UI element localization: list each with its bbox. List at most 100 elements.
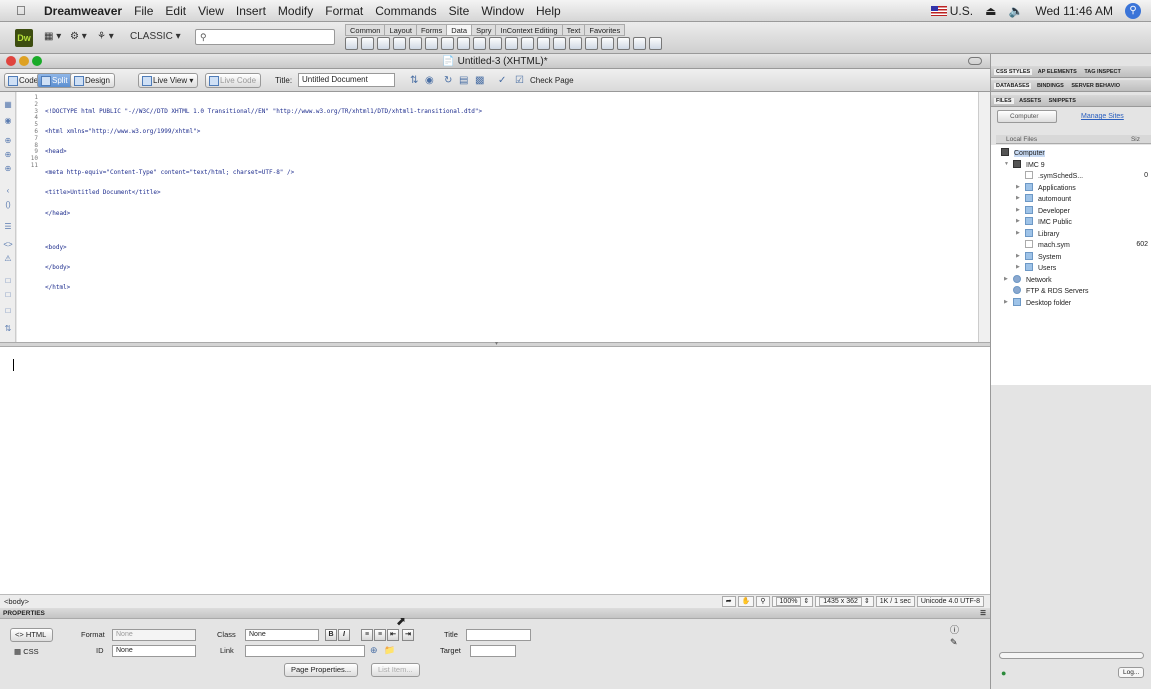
expand-toggle-icon[interactable]: ▶	[1016, 263, 1020, 272]
insert-record-icon[interactable]	[585, 37, 598, 50]
delete-record-icon[interactable]	[617, 37, 630, 50]
check-page-button[interactable]: Check Page	[530, 76, 574, 85]
view-options-icon[interactable]: ▩	[475, 75, 487, 87]
code-editor[interactable]: <!DOCTYPE html PUBLIC "-//W3C//DTD XHTML…	[41, 92, 978, 342]
live-code-button[interactable]: Live Code	[205, 73, 262, 88]
code-scrollbar[interactable]	[978, 92, 990, 342]
file-tree-scrollbar[interactable]	[999, 652, 1144, 659]
outdent-button[interactable]: ⇤	[387, 629, 399, 641]
list-item-button[interactable]: List Item...	[371, 663, 420, 677]
spry-repeat-icon[interactable]	[409, 37, 422, 50]
close-window-button[interactable]	[6, 56, 16, 66]
css-mode-button[interactable]: ▦ CSS	[10, 646, 45, 660]
menu-help[interactable]: Help	[536, 4, 561, 18]
spotlight-icon[interactable]: ⚲	[1125, 2, 1141, 19]
manage-sites-link[interactable]: Manage Sites	[1081, 113, 1124, 120]
tab-assets[interactable]: ASSETS	[1017, 98, 1043, 104]
open-documents-icon[interactable]: ▦	[3, 100, 13, 110]
file-tree-item[interactable]: ▶ IMC Public	[1016, 217, 1072, 226]
bold-button[interactable]: B	[325, 629, 337, 641]
select-tool-icon[interactable]: ➦	[721, 596, 736, 607]
tab-snippets[interactable]: SNIPPETS	[1047, 98, 1078, 104]
indent-button[interactable]: ⇥	[402, 629, 414, 641]
menu-view[interactable]: View	[198, 4, 224, 18]
xslt-transformation-icon[interactable]	[649, 37, 662, 50]
stored-procedure-icon[interactable]	[457, 37, 470, 50]
design-view-button[interactable]: Design	[70, 73, 115, 88]
syntax-error-alerts-icon[interactable]: ⚠	[3, 254, 13, 264]
workspace-switcher[interactable]: CLASSIC ▾	[130, 31, 181, 42]
browse-folder-icon[interactable]: 📁	[384, 645, 395, 656]
spry-repeat-list-icon[interactable]	[425, 37, 438, 50]
file-tree-item[interactable]: ▶ Developer	[1016, 205, 1070, 215]
import-tabular-data-icon[interactable]	[345, 37, 358, 50]
layout-menu-button[interactable]: ▦ ▾	[44, 31, 61, 42]
tab-text[interactable]: Text	[561, 24, 586, 36]
tab-server-behaviors[interactable]: SERVER BEHAVIO	[1069, 83, 1122, 89]
size-column[interactable]: Siz	[1131, 135, 1140, 144]
app-menu[interactable]: Dreamweaver	[44, 4, 122, 18]
file-management-icon[interactable]: ⇅	[410, 75, 422, 87]
quick-tag-editor-icon[interactable]: ✎	[950, 637, 958, 648]
page-properties-button[interactable]: Page Properties...	[284, 663, 359, 677]
menu-window[interactable]: Window	[481, 4, 524, 18]
expand-toggle-icon[interactable]: ▶	[1016, 229, 1020, 238]
spry-dataset-icon[interactable]	[377, 37, 390, 50]
id-select[interactable]: None	[112, 645, 196, 657]
show-region-icon[interactable]	[505, 37, 518, 50]
master-detail-icon[interactable]	[569, 37, 582, 50]
line-numbers-icon[interactable]: ☰	[3, 222, 13, 232]
log-button[interactable]: Log...	[1118, 667, 1145, 678]
input-source-menu[interactable]: U.S.	[930, 4, 973, 18]
design-view[interactable]	[0, 347, 990, 594]
link-input[interactable]	[245, 645, 365, 657]
file-tree-item[interactable]: ▶ Network	[1004, 274, 1052, 284]
validate-markup-icon[interactable]: ✓	[498, 75, 510, 87]
tab-ap-elements[interactable]: AP ELEMENTS	[1036, 69, 1079, 75]
tab-favorites[interactable]: Favorites	[584, 24, 626, 36]
expand-toggle-icon[interactable]: ▶	[1004, 298, 1008, 307]
tab-databases[interactable]: DATABASES	[994, 83, 1032, 89]
local-files-column[interactable]: Local Files	[1006, 136, 1037, 143]
title-field[interactable]	[466, 629, 531, 641]
tab-bindings[interactable]: BINDINGS	[1035, 83, 1066, 89]
panel-options-icon[interactable]: ☰	[980, 608, 986, 619]
tab-spry[interactable]: Spry	[471, 24, 497, 36]
tab-css-styles[interactable]: CSS STYLES	[994, 69, 1033, 75]
tab-incontext-editing[interactable]: InContext Editing	[495, 24, 563, 36]
file-tree-item[interactable]: ▶ Library	[1016, 228, 1059, 238]
help-icon[interactable]: ⓘ	[950, 623, 959, 636]
format-select[interactable]: None	[112, 629, 196, 641]
document-title-input[interactable]: Untitled Document	[298, 73, 395, 87]
expand-toggle-icon[interactable]: ▶	[1016, 206, 1020, 215]
visual-aids-icon[interactable]: ▤	[459, 75, 471, 87]
expand-toggle-icon[interactable]: ▶	[1016, 194, 1020, 203]
balance-braces-icon[interactable]: ()	[3, 200, 13, 210]
zoom-window-button[interactable]	[32, 56, 42, 66]
target-select[interactable]	[470, 645, 516, 657]
site-select[interactable]: Computer	[997, 110, 1057, 123]
menu-site[interactable]: Site	[449, 4, 470, 18]
hand-tool-icon[interactable]: ✋	[737, 596, 755, 607]
clock[interactable]: Wed 11:46 AM	[1035, 4, 1113, 18]
collapse-full-tag-icon[interactable]: ⊕	[3, 136, 13, 146]
preview-browser-icon[interactable]: ◉	[425, 75, 437, 87]
tab-tag-inspector[interactable]: TAG INSPECT	[1082, 69, 1123, 75]
go-to-detail-icon[interactable]	[537, 37, 550, 50]
format-source-icon[interactable]: ⇅	[3, 324, 13, 334]
remove-comment-icon[interactable]: □	[3, 290, 13, 300]
tab-layout[interactable]: Layout	[384, 24, 417, 36]
toolbar-toggle-button[interactable]	[968, 57, 982, 65]
expand-toggle-icon[interactable]: ▶	[1016, 252, 1020, 261]
unordered-list-button[interactable]: ≡	[361, 629, 373, 641]
zoom-tool-icon[interactable]: ⚲	[756, 596, 770, 607]
html-mode-button[interactable]: <> HTML	[10, 628, 54, 642]
expand-all-icon[interactable]: ⊕	[3, 164, 13, 174]
tab-files[interactable]: FILES	[994, 98, 1014, 104]
apple-icon[interactable]: 	[16, 3, 36, 18]
window-size-select[interactable]: 1435 x 362 ⇕	[815, 596, 874, 607]
zoom-select[interactable]: 100% ⇕	[771, 596, 814, 607]
dynamic-data-icon[interactable]	[473, 37, 486, 50]
file-tree-item[interactable]: ▶ Applications	[1016, 182, 1076, 192]
tab-data[interactable]: Data	[446, 24, 473, 36]
